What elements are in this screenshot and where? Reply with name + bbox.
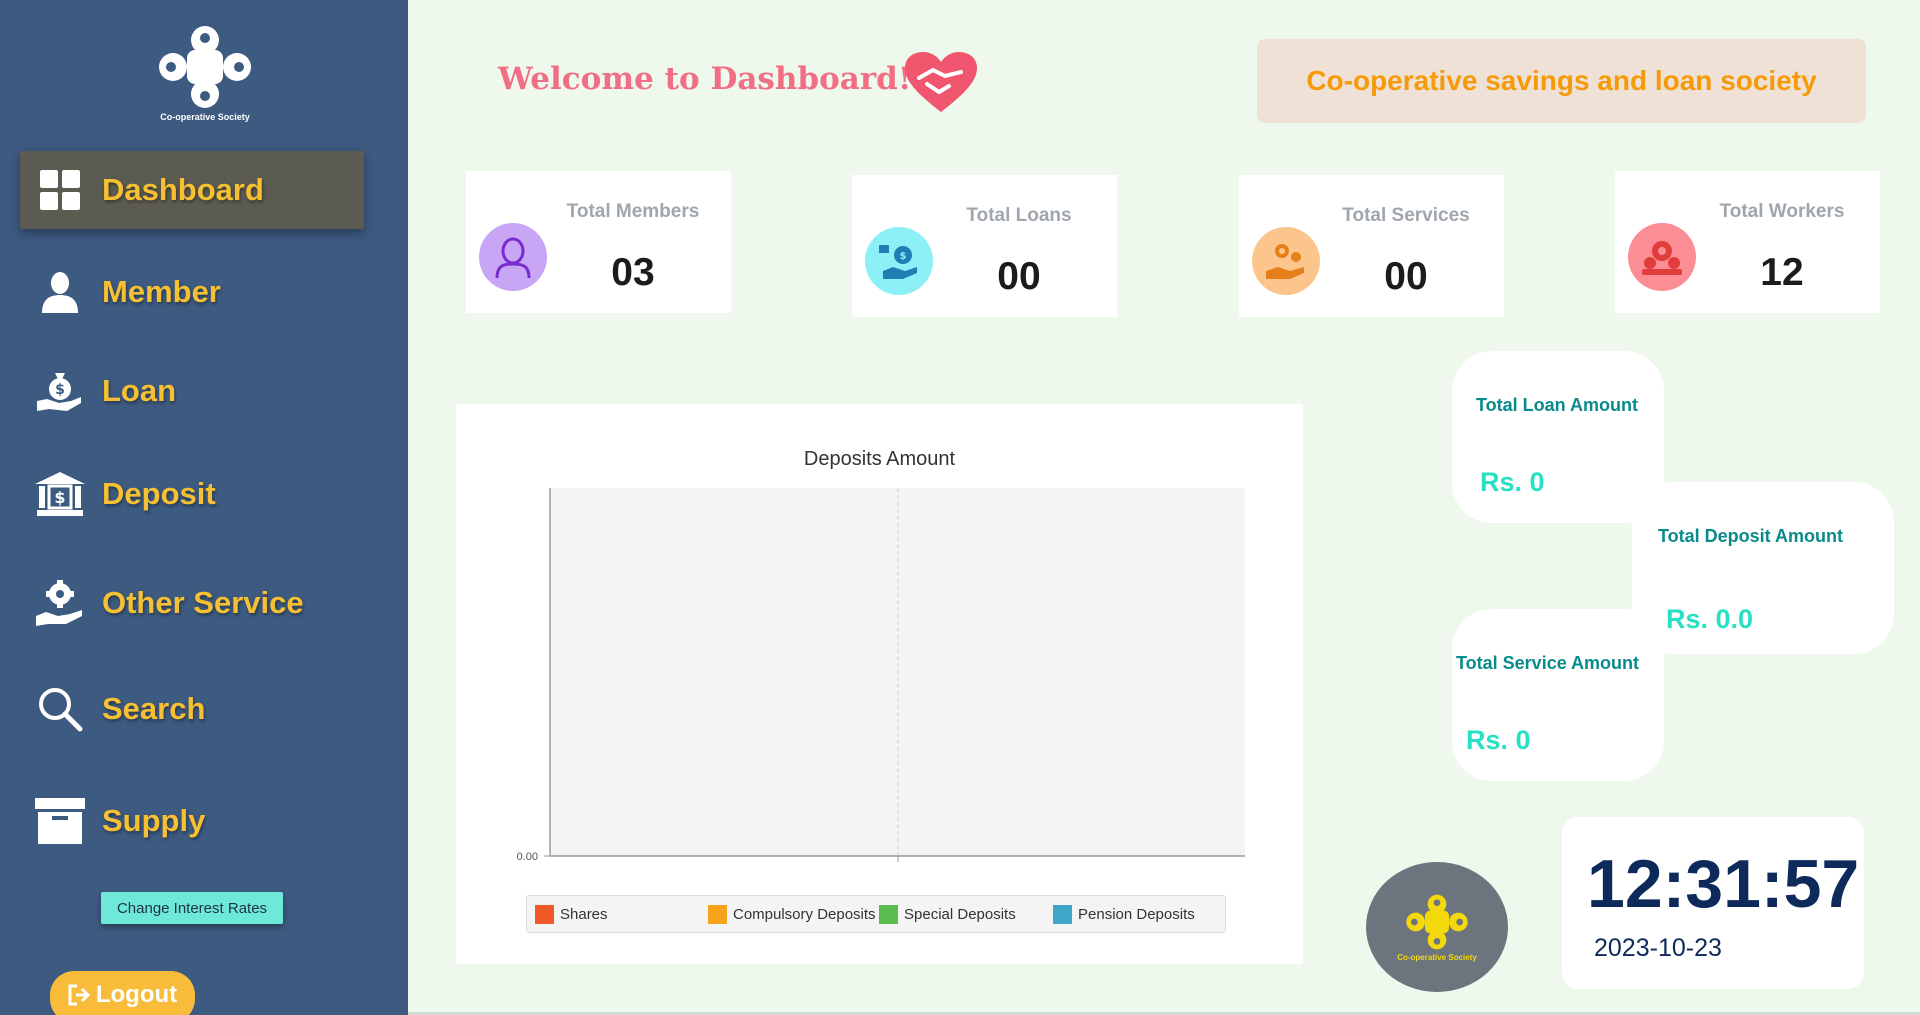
logout-button[interactable]: Logout xyxy=(50,971,195,1015)
total-deposit-amount-card: Total Deposit Amount Rs. 0.0 xyxy=(1632,482,1894,654)
grid-icon xyxy=(32,162,88,218)
sidebar-item-label: Other Service xyxy=(102,585,304,620)
footer-logo-caption: Co-operative Society xyxy=(1397,952,1477,962)
legend-label: Shares xyxy=(560,906,608,923)
total-loan-amount-card: Total Loan Amount Rs. 0 xyxy=(1452,351,1664,523)
clock-date: 2023-10-23 xyxy=(1594,934,1722,962)
legend-swatch xyxy=(879,905,898,924)
logo-caption: Co-operative Society xyxy=(160,112,250,122)
sidebar-item-label: Member xyxy=(102,274,221,309)
legend-item: Compulsory Deposits xyxy=(708,905,876,924)
sidebar-item-label: Search xyxy=(102,691,206,726)
stat-title: Total Loans xyxy=(966,205,1072,226)
legend-swatch xyxy=(708,905,727,924)
society-logo: Co-operative Society xyxy=(140,24,270,128)
members-icon xyxy=(479,223,547,291)
sidebar-item-label: Supply xyxy=(102,803,206,838)
chart-y-tick-label: 0.00 xyxy=(517,851,538,863)
sidebar-item-label: Deposit xyxy=(102,476,216,511)
deposits-chart: Deposits Amount 0.00 Shares Compulsory D… xyxy=(456,404,1303,964)
stat-value: 00 xyxy=(997,255,1041,298)
sidebar-item-other-service[interactable]: Other Service xyxy=(20,564,364,642)
legend-swatch xyxy=(535,905,554,924)
legend-label: Compulsory Deposits xyxy=(733,906,876,923)
footer-logo: Co-operative Society xyxy=(1366,862,1508,992)
logout-icon xyxy=(68,981,90,1013)
loan-hand-icon: $ xyxy=(865,227,933,295)
legend-item: Pension Deposits xyxy=(1053,905,1195,924)
sidebar-item-supply[interactable]: Supply xyxy=(20,782,364,860)
svg-text:$: $ xyxy=(55,382,65,398)
stat-card-workers: Total Workers 12 xyxy=(1615,171,1880,313)
sidebar-item-label: Loan xyxy=(102,373,177,408)
legend-item: Special Deposits xyxy=(879,905,1016,924)
stat-value: 03 xyxy=(611,251,655,294)
society-banner: Co-operative savings and loan society xyxy=(1257,39,1866,123)
stat-title: Total Workers xyxy=(1719,201,1845,222)
chart-plot: 0.00 xyxy=(517,488,1245,863)
puzzle-logo-icon xyxy=(159,26,251,108)
search-icon xyxy=(32,681,88,737)
sidebar-item-search[interactable]: Search xyxy=(20,670,364,748)
clock-panel: 12:31:57 2023-10-23 xyxy=(1562,817,1864,989)
stat-title: Total Members xyxy=(566,201,700,222)
sidebar-item-loan[interactable]: $ Loan xyxy=(20,352,364,430)
chart-legend: Shares Compulsory Deposits Special Depos… xyxy=(526,895,1226,933)
sidebar-item-deposit[interactable]: $ Deposit xyxy=(20,455,364,533)
legend-label: Special Deposits xyxy=(904,906,1016,923)
amount-title: Total Loan Amount xyxy=(1476,395,1638,415)
heart-handshake-icon xyxy=(905,52,977,119)
sidebar: Co-operative Society Dashboard Member $ … xyxy=(0,0,408,1015)
svg-text:$: $ xyxy=(54,488,65,507)
sidebar-item-dashboard[interactable]: Dashboard xyxy=(20,151,364,229)
legend-swatch xyxy=(1053,905,1072,924)
user-icon xyxy=(32,264,88,320)
stat-card-members: Total Members 03 xyxy=(466,171,731,313)
amount-value: Rs. 0.0 xyxy=(1666,604,1754,634)
logout-label: Logout xyxy=(95,981,178,1008)
stat-title: Total Services xyxy=(1342,205,1470,226)
archive-box-icon xyxy=(32,793,88,849)
change-interest-rates-button[interactable]: Change Interest Rates xyxy=(101,892,283,924)
amount-title: Total Service Amount xyxy=(1456,653,1640,673)
svg-text:$: $ xyxy=(900,251,907,262)
stat-value: 12 xyxy=(1760,251,1804,294)
sidebar-item-label: Dashboard xyxy=(102,172,264,207)
puzzle-logo-icon xyxy=(1406,894,1468,949)
gear-hand-icon xyxy=(32,575,88,631)
workers-icon xyxy=(1628,223,1696,291)
amount-value: Rs. 0 xyxy=(1466,725,1531,755)
total-service-amount-card: Total Service Amount Rs. 0 xyxy=(1452,609,1664,781)
bank-icon: $ xyxy=(32,466,88,522)
amount-title: Total Deposit Amount xyxy=(1658,526,1843,546)
stat-value: 00 xyxy=(1384,255,1428,298)
welcome-heading: Welcome to Dashboard! xyxy=(498,61,912,97)
clock-time: 12:31:57 xyxy=(1587,846,1860,922)
sidebar-item-member[interactable]: Member xyxy=(20,253,364,331)
legend-label: Pension Deposits xyxy=(1078,906,1195,923)
amount-value: Rs. 0 xyxy=(1480,467,1545,497)
stat-card-services: Total Services 00 xyxy=(1239,175,1504,317)
stat-card-loans: $ Total Loans 00 xyxy=(852,175,1117,317)
service-hand-icon xyxy=(1252,227,1320,295)
money-bag-hand-icon: $ xyxy=(32,363,88,419)
legend-item: Shares xyxy=(535,905,608,924)
